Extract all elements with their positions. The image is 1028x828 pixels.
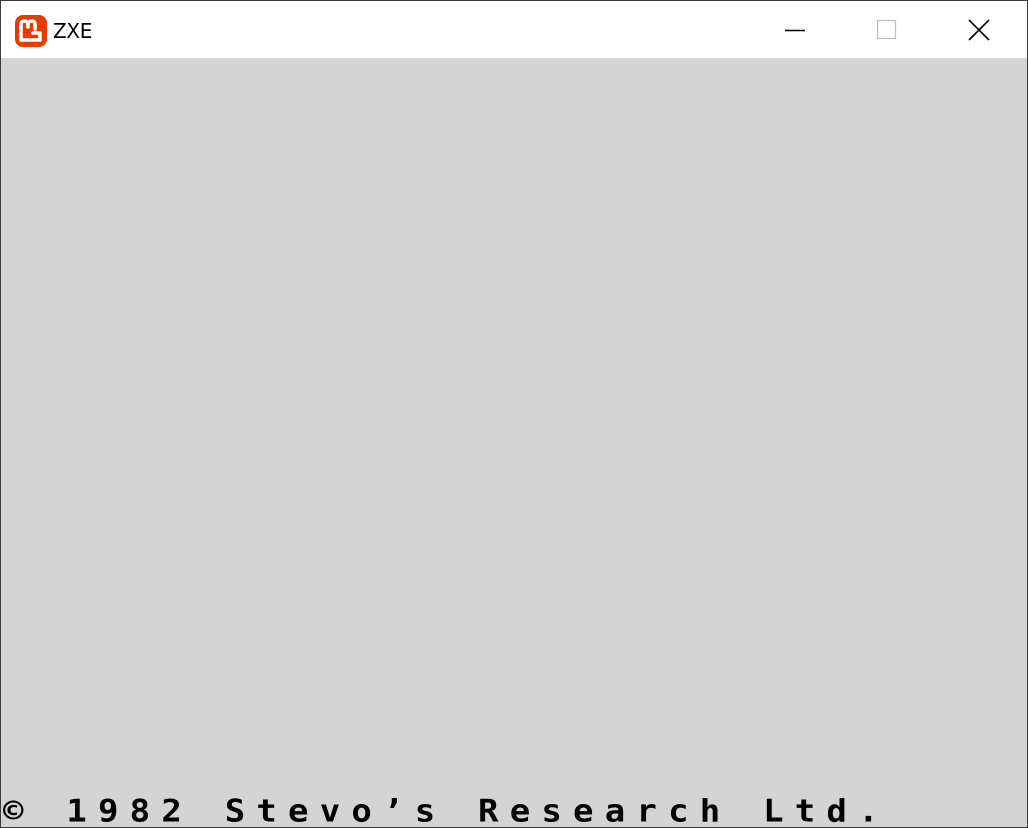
maximize-icon: [876, 19, 897, 39]
close-icon: [968, 18, 990, 41]
title-bar[interactable]: ZXE: [1, 1, 1027, 58]
maximize-button[interactable]: [841, 1, 933, 58]
window-title: ZXE: [53, 19, 93, 43]
monogame-logo-icon: [15, 15, 47, 47]
app-window: ZXE © 1982 Stevo’s Research Ltd.: [0, 0, 1028, 828]
emulator-screen[interactable]: © 1982 Stevo’s Research Ltd.: [1, 58, 1027, 827]
copyright-message: © 1982 Stevo’s Research Ltd.: [3, 792, 890, 828]
close-button[interactable]: [933, 1, 1025, 58]
minimize-icon: [785, 29, 805, 31]
minimize-button[interactable]: [749, 1, 841, 58]
